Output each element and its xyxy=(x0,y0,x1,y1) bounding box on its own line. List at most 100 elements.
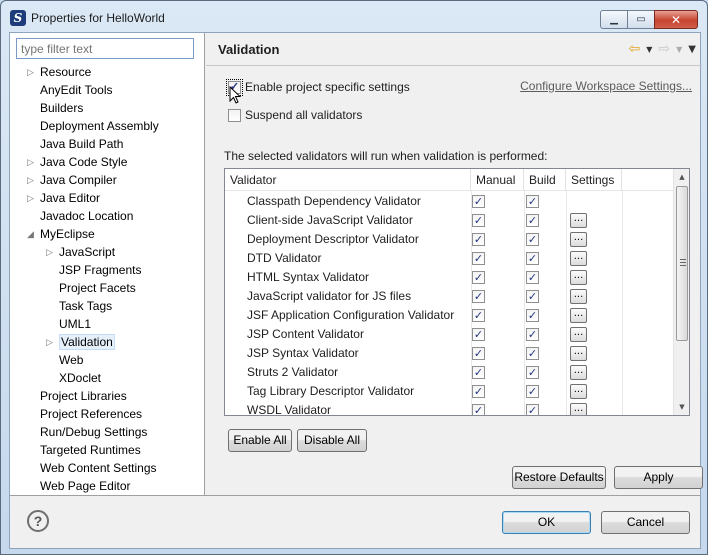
tree-item[interactable]: JSP Fragments xyxy=(59,261,141,279)
tree-collapsed-icon[interactable]: ▷ xyxy=(46,243,54,261)
table-row[interactable]: HTML Syntax Validator ✓ ✓... xyxy=(225,268,674,287)
tree-item[interactable]: UML1 xyxy=(59,315,91,333)
build-checkbox[interactable]: ✓ xyxy=(526,233,539,246)
apply-button[interactable]: Apply xyxy=(614,466,703,489)
tree-collapsed-icon[interactable]: ▷ xyxy=(27,63,35,81)
tree-collapsed-icon[interactable]: ▷ xyxy=(27,171,35,189)
table-vertical-scrollbar[interactable]: ▲ ▼ xyxy=(673,169,689,415)
tree-item[interactable]: AnyEdit Tools xyxy=(40,81,113,99)
table-row[interactable]: WSDL Validator ✓ ✓... xyxy=(225,401,674,415)
manual-checkbox[interactable]: ✓ xyxy=(472,404,485,415)
build-checkbox[interactable]: ✓ xyxy=(526,347,539,360)
validator-settings-button[interactable]: ... xyxy=(570,384,587,399)
table-row[interactable]: Struts 2 Validator ✓ ✓... xyxy=(225,363,674,382)
manual-checkbox[interactable]: ✓ xyxy=(472,309,485,322)
build-checkbox[interactable]: ✓ xyxy=(526,366,539,379)
tree-item[interactable]: ▷ Java Code Style xyxy=(27,153,127,171)
tree-item[interactable]: ▷ Resource xyxy=(27,63,91,81)
tree-item[interactable]: ▷ Java Compiler xyxy=(27,171,117,189)
column-header-validator[interactable]: Validator xyxy=(225,169,471,191)
table-row[interactable]: JSF Application Configuration Validator ✓… xyxy=(225,306,674,325)
build-checkbox[interactable]: ✓ xyxy=(526,252,539,265)
tree-item[interactable]: Deployment Assembly xyxy=(40,117,159,135)
manual-checkbox[interactable]: ✓ xyxy=(472,385,485,398)
table-row[interactable]: Classpath Dependency Validator ✓ ✓ xyxy=(225,192,674,211)
suspend-all-checkbox[interactable] xyxy=(228,108,241,122)
build-checkbox[interactable]: ✓ xyxy=(526,271,539,284)
manual-checkbox[interactable]: ✓ xyxy=(472,328,485,341)
manual-checkbox[interactable]: ✓ xyxy=(472,214,485,227)
enable-specific-row[interactable]: ✓ Enable project specific settings xyxy=(226,78,410,96)
tree-item[interactable]: XDoclet xyxy=(59,369,101,387)
suspend-all-row[interactable]: Suspend all validators xyxy=(228,108,362,122)
manual-checkbox[interactable]: ✓ xyxy=(472,271,485,284)
table-row[interactable]: JSP Content Validator ✓ ✓... xyxy=(225,325,674,344)
help-icon[interactable]: ? xyxy=(27,510,49,532)
manual-checkbox[interactable]: ✓ xyxy=(472,233,485,246)
tree-item[interactable]: Targeted Runtimes xyxy=(40,441,141,459)
validator-settings-button[interactable]: ... xyxy=(570,403,587,415)
tree-item[interactable]: Project References xyxy=(40,405,142,423)
manual-checkbox[interactable]: ✓ xyxy=(472,252,485,265)
tree-item[interactable]: Java Build Path xyxy=(40,135,123,153)
tree-item[interactable]: ▷ JavaScript xyxy=(46,243,115,261)
validator-settings-button[interactable]: ... xyxy=(570,251,587,266)
minimize-button[interactable]: ▁ xyxy=(600,10,628,29)
tree-item[interactable]: Run/Debug Settings xyxy=(40,423,147,441)
table-row[interactable]: Tag Library Descriptor Validator ✓ ✓... xyxy=(225,382,674,401)
back-history-dropdown-icon[interactable]: ▼ xyxy=(646,45,652,54)
restore-defaults-button[interactable]: Restore Defaults xyxy=(512,466,606,489)
validator-settings-button[interactable]: ... xyxy=(570,327,587,342)
table-row[interactable]: Client-side JavaScript Validator ✓ ✓... xyxy=(225,211,674,230)
manual-checkbox[interactable]: ✓ xyxy=(472,347,485,360)
tree-item[interactable]: Project Facets xyxy=(59,279,136,297)
scroll-down-arrow-icon[interactable]: ▼ xyxy=(674,399,689,415)
build-checkbox[interactable]: ✓ xyxy=(526,195,539,208)
title-bar[interactable]: S Properties for HelloWorld ▁ ▭ ✕ xyxy=(1,1,707,33)
close-button[interactable]: ✕ xyxy=(654,10,698,29)
build-checkbox[interactable]: ✓ xyxy=(526,404,539,415)
validator-settings-button[interactable]: ... xyxy=(570,365,587,380)
maximize-button[interactable]: ▭ xyxy=(628,10,654,29)
tree-expanded-icon[interactable]: ◢ xyxy=(27,225,35,243)
disable-all-button[interactable]: Disable All xyxy=(297,429,367,452)
table-row[interactable]: Deployment Descriptor Validator ✓ ✓... xyxy=(225,230,674,249)
validator-settings-button[interactable]: ... xyxy=(570,346,587,361)
tree-collapsed-icon[interactable]: ▷ xyxy=(27,153,35,171)
manual-checkbox[interactable]: ✓ xyxy=(472,366,485,379)
build-checkbox[interactable]: ✓ xyxy=(526,385,539,398)
tree-item[interactable]: Web Page Editor xyxy=(40,477,131,495)
cancel-button[interactable]: Cancel xyxy=(601,511,690,534)
validator-settings-button[interactable]: ... xyxy=(570,308,587,323)
table-row[interactable]: JavaScript validator for JS files ✓ ✓... xyxy=(225,287,674,306)
tree-item[interactable]: Web Content Settings xyxy=(40,459,157,477)
validator-settings-button[interactable]: ... xyxy=(570,270,587,285)
scrollbar-thumb[interactable] xyxy=(676,186,688,341)
filter-input[interactable] xyxy=(16,38,194,59)
build-checkbox[interactable]: ✓ xyxy=(526,290,539,303)
build-checkbox[interactable]: ✓ xyxy=(526,328,539,341)
column-header-build[interactable]: Build xyxy=(524,169,566,191)
table-row[interactable]: JSP Syntax Validator ✓ ✓... xyxy=(225,344,674,363)
validator-settings-button[interactable]: ... xyxy=(570,289,587,304)
table-row[interactable]: DTD Validator ✓ ✓... xyxy=(225,249,674,268)
validator-settings-button[interactable]: ... xyxy=(570,213,587,228)
back-arrow-icon[interactable]: ⇦ xyxy=(629,42,641,56)
forward-arrow-icon[interactable]: ⇨ xyxy=(658,42,670,56)
tree-item[interactable]: Project Libraries xyxy=(40,387,127,405)
build-checkbox[interactable]: ✓ xyxy=(526,309,539,322)
enable-all-button[interactable]: Enable All xyxy=(228,429,292,452)
tree-item[interactable]: Task Tags xyxy=(59,297,112,315)
tree-item[interactable]: ◢ MyEclipse xyxy=(27,225,95,243)
tree-collapsed-icon[interactable]: ▷ xyxy=(27,189,35,207)
manual-checkbox[interactable]: ✓ xyxy=(472,195,485,208)
view-menu-icon[interactable]: ▼ xyxy=(688,44,696,55)
tree-item[interactable]: ▷ Validation xyxy=(46,333,115,351)
build-checkbox[interactable]: ✓ xyxy=(526,214,539,227)
tree-item[interactable]: ▷ Java Editor xyxy=(27,189,100,207)
scroll-up-arrow-icon[interactable]: ▲ xyxy=(674,169,689,185)
tree-item[interactable]: Web xyxy=(59,351,83,369)
tree-collapsed-icon[interactable]: ▷ xyxy=(46,333,54,351)
forward-history-dropdown-icon[interactable]: ▼ xyxy=(676,45,682,54)
column-header-manual[interactable]: Manual xyxy=(471,169,524,191)
